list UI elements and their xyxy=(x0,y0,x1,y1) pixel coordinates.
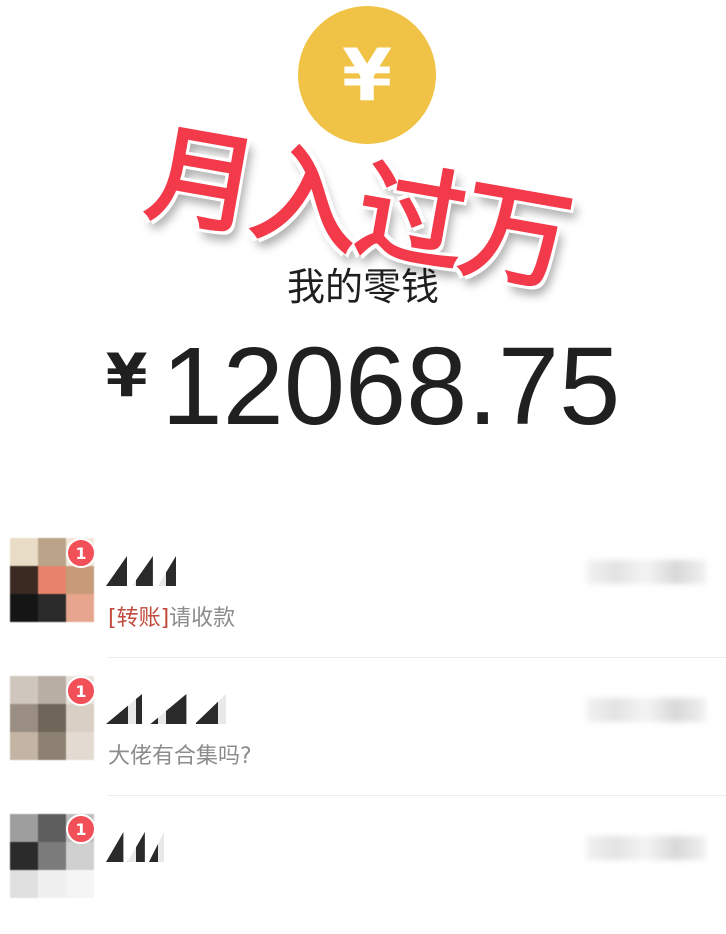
timestamp-redacted xyxy=(586,560,706,584)
transfer-tag: [转账] xyxy=(108,606,170,631)
message-text: 大佬有合集吗? xyxy=(108,744,252,769)
contact-name-redacted xyxy=(106,556,176,586)
currency-symbol: ¥ xyxy=(105,341,148,411)
message-text: 请收款 xyxy=(169,606,236,631)
timestamp-redacted xyxy=(586,698,706,722)
timestamp-redacted xyxy=(586,836,706,860)
chat-list: 1 [转账]请收款 1 大佬有合集吗? 1 xyxy=(0,520,726,934)
unread-badge: 1 xyxy=(66,676,96,706)
balance-amount: 12068.75 xyxy=(161,325,621,448)
contact-name-redacted xyxy=(106,694,226,724)
unread-badge: 1 xyxy=(66,538,96,568)
last-message: 大佬有合集吗? xyxy=(108,738,252,770)
chat-item[interactable]: 1 大佬有合集吗? xyxy=(0,658,726,796)
balance-display: ¥12068.75 xyxy=(0,332,726,442)
last-message: [转账]请收款 xyxy=(108,600,235,632)
unread-badge: 1 xyxy=(66,814,96,844)
contact-name-redacted xyxy=(106,832,164,862)
chat-item[interactable]: 1 [转账]请收款 xyxy=(0,520,726,658)
chat-item[interactable]: 1 xyxy=(0,796,726,934)
